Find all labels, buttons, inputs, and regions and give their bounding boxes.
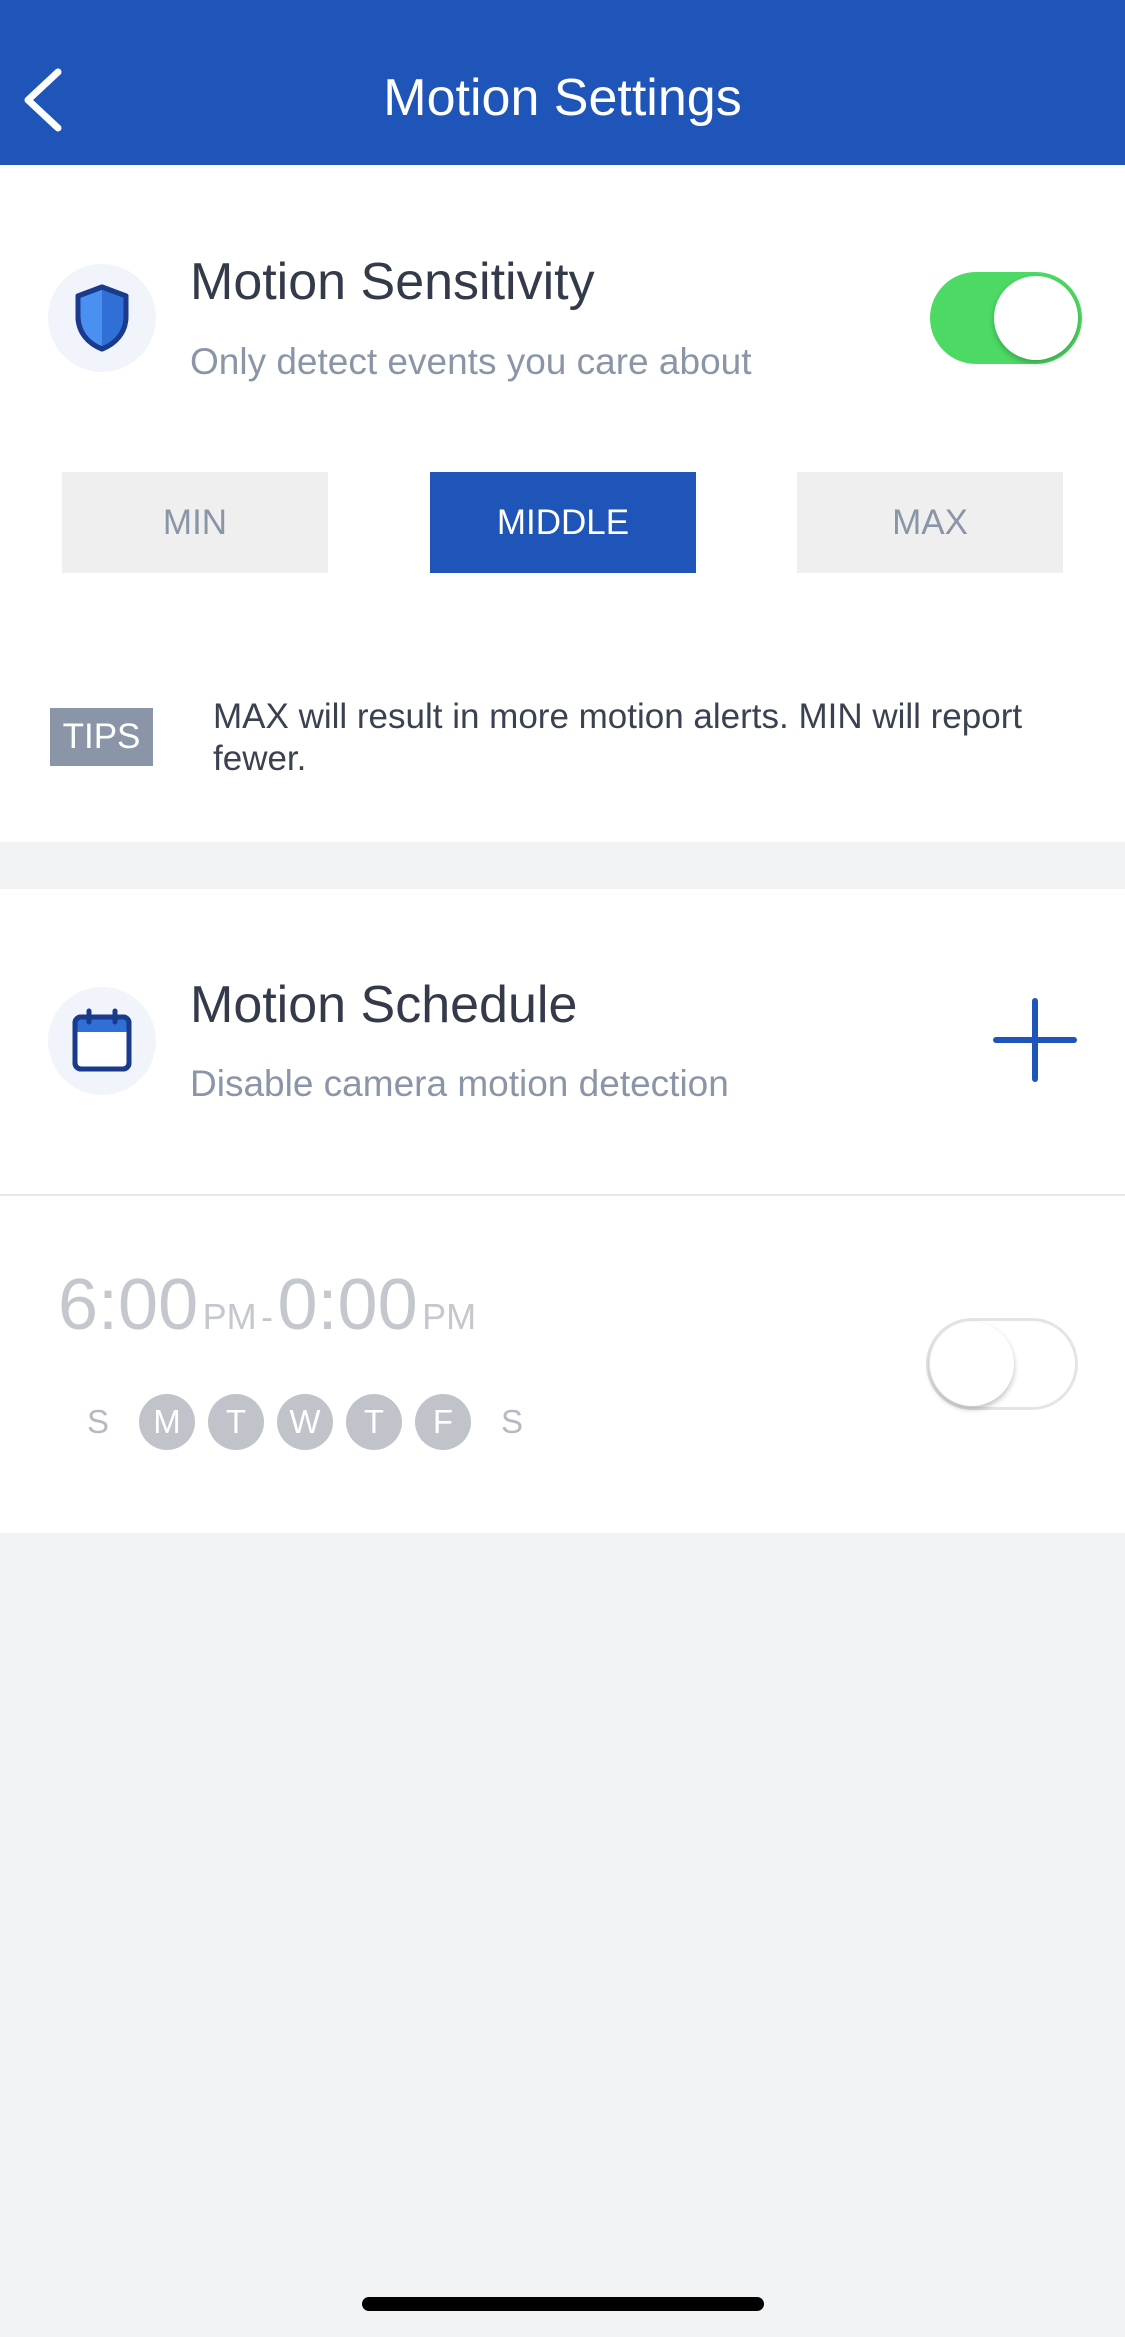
schedule-subtitle: Disable camera motion detection	[190, 1063, 729, 1104]
start-time: 6:00	[58, 1265, 199, 1345]
plus-icon	[993, 998, 1077, 1082]
schedule-toggle[interactable]	[926, 1318, 1078, 1410]
sensitivity-toggle[interactable]	[930, 272, 1082, 364]
schedule-days: S M T W T F S	[70, 1392, 553, 1452]
add-schedule-button[interactable]	[990, 995, 1080, 1085]
sensitivity-icon-circle	[48, 264, 156, 372]
day-wednesday: W	[277, 1394, 333, 1450]
level-middle-button[interactable]: MIDDLE	[430, 472, 696, 573]
page-title: Motion Settings	[383, 69, 742, 127]
day-friday: F	[415, 1394, 471, 1450]
end-period: PM	[422, 1296, 477, 1337]
toggle-knob	[930, 1322, 1014, 1406]
calendar-icon	[72, 1008, 132, 1072]
schedule-icon-circle	[48, 987, 156, 1095]
start-period: PM	[202, 1296, 257, 1337]
day-monday: M	[139, 1394, 195, 1450]
home-indicator	[362, 2297, 764, 2311]
level-min-button[interactable]: MIN	[62, 472, 328, 573]
day-thursday: T	[346, 1394, 402, 1450]
level-max-button[interactable]: MAX	[797, 472, 1063, 573]
sensitivity-subtitle: Only detect events you care about	[190, 341, 752, 382]
day-tuesday: T	[208, 1394, 264, 1450]
time-separator: -	[261, 1296, 274, 1337]
tips-text: MAX will result in more motion alerts. M…	[213, 697, 1023, 778]
toggle-knob	[994, 276, 1078, 360]
day-sunday: S	[86, 1403, 109, 1440]
sensitivity-title: Motion Sensitivity	[190, 253, 595, 311]
nav-header: Motion Settings	[0, 0, 1125, 165]
day-saturday: S	[500, 1403, 523, 1440]
end-time: 0:00	[277, 1265, 418, 1345]
schedule-time-range: 6:00 PM - 0:00 PM	[58, 1265, 476, 1345]
schedule-card	[0, 889, 1125, 1194]
shield-icon	[75, 284, 129, 352]
schedule-title: Motion Schedule	[190, 976, 578, 1034]
tips-badge: TIPS	[50, 708, 153, 766]
